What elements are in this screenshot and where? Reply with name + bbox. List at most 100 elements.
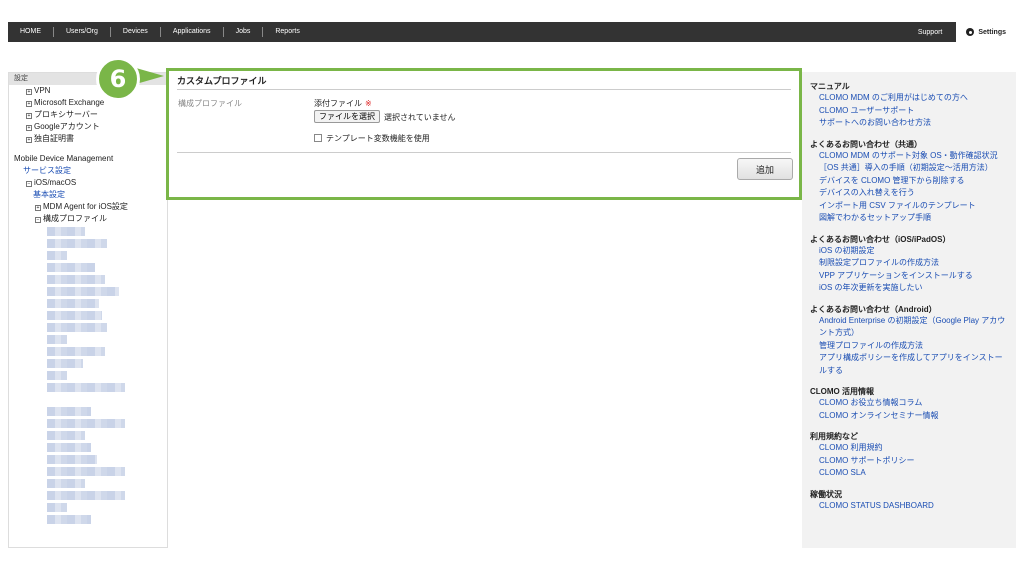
add-button[interactable]: 追加: [737, 158, 793, 180]
blurred-list-item[interactable]: [47, 227, 85, 236]
blurred-list-item[interactable]: [47, 419, 125, 428]
expand-icon[interactable]: +: [26, 137, 32, 143]
help-link[interactable]: VPP アプリケーションをインストールする: [810, 270, 1008, 283]
tree-item-label: VPN: [34, 86, 51, 95]
callout-pointer: [136, 68, 164, 84]
help-section-title: CLOMO 活用情報: [810, 387, 874, 396]
blurred-list-item[interactable]: [47, 263, 95, 272]
blurred-profile-list: [47, 227, 167, 524]
blurred-list-item[interactable]: [47, 455, 97, 464]
blurred-list-item[interactable]: [47, 275, 105, 284]
expand-icon[interactable]: +: [26, 113, 32, 119]
tree-item-proxy[interactable]: + プロキシサーバー: [26, 109, 167, 121]
help-link[interactable]: ［OS 共通］導入の手順（初期設定〜活用方法）: [810, 162, 1008, 175]
tree-item-label: Microsoft Exchange: [34, 98, 105, 107]
blurred-list-item[interactable]: [47, 515, 91, 524]
blurred-list-item[interactable]: [47, 299, 99, 308]
tree-item-label: 独自証明書: [34, 134, 74, 143]
help-link[interactable]: CLOMO STATUS DASHBOARD: [810, 500, 1008, 513]
page-title: カスタムプロファイル: [177, 76, 267, 86]
nav-devices[interactable]: Devices: [111, 27, 161, 37]
help-section-title: 利用規約など: [810, 432, 858, 441]
help-link[interactable]: 図解でわかるセットアップ手順: [810, 212, 1008, 225]
tree-item-exchange[interactable]: + Microsoft Exchange: [26, 97, 167, 109]
nav-jobs[interactable]: Jobs: [224, 27, 264, 37]
help-section-title: よくあるお問い合わせ（Android）: [810, 304, 937, 314]
help-link[interactable]: デバイスを CLOMO 管理下から削除する: [810, 175, 1008, 188]
help-link[interactable]: CLOMO 利用規約: [810, 442, 1008, 455]
help-link[interactable]: iOS の年次更新を実施したい: [810, 282, 1008, 295]
blurred-list-item[interactable]: [47, 311, 102, 320]
expand-icon[interactable]: +: [26, 89, 32, 95]
blurred-list-item[interactable]: [47, 407, 91, 416]
help-section-title: マニュアル: [810, 82, 850, 91]
tree-item-label: 構成プロファイル: [43, 214, 107, 223]
top-nav: HOME Users/Org Devices Applications Jobs…: [8, 22, 1016, 42]
blurred-list-item[interactable]: [47, 467, 125, 476]
blurred-list-item[interactable]: [47, 335, 67, 344]
tree-item-label: プロキシサーバー: [34, 110, 98, 119]
help-link[interactable]: 制限設定プロファイルの作成方法: [810, 257, 1008, 270]
blurred-list-item[interactable]: [47, 443, 91, 452]
help-link[interactable]: CLOMO サポートポリシー: [810, 455, 1008, 468]
help-panel: マニュアル CLOMO MDM のご利用がはじめての方へ CLOMO ユーザーサポー…: [802, 72, 1016, 548]
blurred-list-item[interactable]: [47, 491, 125, 500]
help-link[interactable]: アプリ構成ポリシーを作成してアプリをインストールする: [810, 352, 1008, 377]
nav-settings-label: Settings: [978, 28, 1006, 36]
help-link[interactable]: CLOMO MDM のご利用がはじめての方へ: [810, 92, 1008, 105]
help-link[interactable]: インポート用 CSV ファイルのテンプレート: [810, 200, 1008, 213]
help-link[interactable]: CLOMO ユーザーサポート: [810, 105, 1008, 118]
help-link[interactable]: iOS の初期設定: [810, 245, 1008, 258]
blurred-list-item[interactable]: [47, 371, 67, 380]
tree-item-certificate[interactable]: + 独自証明書: [26, 133, 167, 145]
collapse-icon[interactable]: −: [35, 217, 41, 223]
sidebar-link-service-settings[interactable]: サービス設定: [9, 165, 167, 177]
help-link[interactable]: CLOMO MDM のサポート対象 OS・動作確認状況: [810, 150, 1008, 163]
nav-settings[interactable]: Settings: [956, 22, 1016, 42]
help-link[interactable]: 管理プロファイルの作成方法: [810, 340, 1008, 353]
help-link[interactable]: デバイスの入れ替えを行う: [810, 187, 1008, 200]
nav-home[interactable]: HOME: [8, 27, 54, 37]
attachment-label: 添付ファイル ※: [314, 98, 372, 109]
help-link[interactable]: Android Enterprise の初期設定（Google Play アカウ…: [810, 315, 1008, 340]
nav-support[interactable]: Support: [904, 29, 957, 36]
help-section-title: よくあるお問い合わせ（iOS/iPadOS）: [810, 234, 951, 244]
blurred-list-item[interactable]: [47, 287, 119, 296]
expand-icon[interactable]: +: [26, 101, 32, 107]
file-status-text: 選択されていません: [384, 113, 456, 122]
expand-icon[interactable]: +: [35, 205, 41, 211]
blurred-list-item[interactable]: [47, 251, 67, 260]
divider: [177, 152, 791, 153]
blurred-list-item[interactable]: [47, 323, 107, 332]
blurred-list-item[interactable]: [47, 431, 85, 440]
help-section-title: よくあるお問い合わせ（共通）: [810, 139, 922, 149]
blurred-list-item[interactable]: [47, 383, 125, 392]
sidebar-link-basic-settings[interactable]: 基本設定: [9, 189, 167, 201]
blurred-list-item[interactable]: [47, 479, 85, 488]
required-mark: ※: [365, 99, 372, 108]
template-variable-label[interactable]: テンプレート変数機能を使用: [326, 133, 430, 144]
help-link[interactable]: CLOMO オンラインセミナー情報: [810, 410, 1008, 423]
help-link[interactable]: CLOMO お役立ち情報コラム: [810, 397, 1008, 410]
tree-item-config-profile[interactable]: − 構成プロファイル: [9, 213, 167, 225]
form-row-label: 構成プロファイル: [178, 99, 242, 108]
tree-item-google[interactable]: + Googleアカウント: [26, 121, 167, 133]
sidebar-section-mdm: Mobile Device Management: [14, 154, 114, 163]
blurred-list-item[interactable]: [47, 503, 67, 512]
collapse-icon[interactable]: −: [26, 181, 32, 187]
help-link[interactable]: サポートへのお問い合わせ方法: [810, 117, 1008, 130]
divider: [177, 89, 791, 90]
nav-applications[interactable]: Applications: [161, 27, 224, 37]
help-link[interactable]: CLOMO SLA: [810, 467, 1008, 480]
blurred-list-item[interactable]: [47, 359, 83, 368]
blurred-list-item[interactable]: [47, 239, 107, 248]
nav-reports[interactable]: Reports: [263, 27, 312, 37]
tree-item-mdm-agent[interactable]: + MDM Agent for iOS設定: [9, 201, 167, 213]
blurred-list-item[interactable]: [47, 347, 105, 356]
expand-icon[interactable]: +: [26, 125, 32, 131]
choose-file-button[interactable]: ファイルを選択: [314, 110, 380, 123]
tree-item-label: iOS/macOS: [34, 178, 77, 187]
template-variable-checkbox[interactable]: [314, 134, 322, 142]
tree-item-ios-macos[interactable]: − iOS/macOS: [9, 177, 167, 189]
nav-users-org[interactable]: Users/Org: [54, 27, 111, 37]
